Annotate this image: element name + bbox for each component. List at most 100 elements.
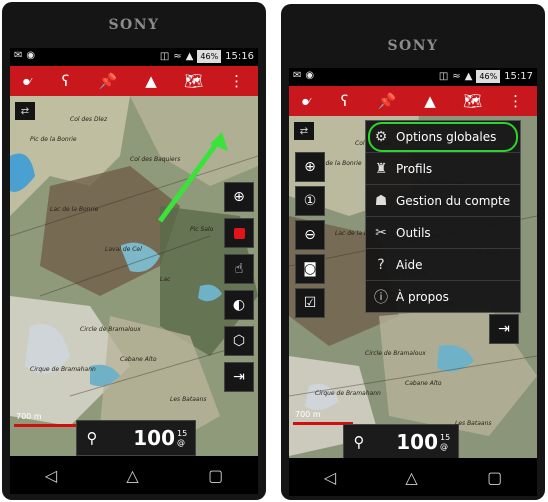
menu-item-gestion-compte[interactable]: ☗ Gestion du compte bbox=[366, 185, 520, 217]
menu-item-label: Profils bbox=[396, 161, 433, 176]
scale-label: 700 m bbox=[16, 412, 42, 421]
pin-icon[interactable]: 📌 bbox=[366, 86, 409, 116]
app-toolbar: ●⁄ ʕ 📌 ▲ 🗺 ⋮ bbox=[10, 66, 258, 96]
3d-cube-button[interactable]: ⬡ bbox=[224, 326, 254, 356]
menu-item-label: Gestion du compte bbox=[396, 193, 511, 208]
vibrate-icon: ◫ bbox=[438, 71, 449, 82]
layers-button[interactable]: ◐ bbox=[224, 290, 254, 320]
tools-icon: ✂ bbox=[375, 224, 387, 241]
signal-icon: ▲ bbox=[185, 51, 194, 62]
search-icon[interactable]: ⚲ bbox=[344, 433, 374, 451]
scale-label: 700 m bbox=[295, 410, 321, 419]
zoom-sup-bottom: @ bbox=[440, 442, 448, 451]
menu-item-profils[interactable]: ♜ Profils bbox=[366, 153, 520, 185]
app-logo-button[interactable]: ●⁄ bbox=[10, 66, 44, 96]
vibrate-icon: ◫ bbox=[159, 51, 170, 62]
status-time: 15:17 bbox=[504, 71, 533, 82]
map-place-label: Col des Baquiers bbox=[130, 156, 181, 163]
zoom-sup-bottom: @ bbox=[177, 438, 185, 447]
recents-icon[interactable]: ▢ bbox=[487, 468, 502, 487]
map-place-label: Lac de la Bonrie bbox=[50, 206, 99, 213]
route-icon[interactable]: ʕ bbox=[323, 86, 366, 116]
map-place-label: Circle de Bramaloux bbox=[80, 326, 141, 333]
map-view[interactable]: ⇄ ⊕ ☝ ◐ ⬡ ⇥ 700 m ⚲ 100 15 @ Pic de la Bo… bbox=[10, 96, 258, 456]
exit-button[interactable]: ⇥ bbox=[489, 314, 519, 344]
compass-toggle-button[interactable]: ⇄ bbox=[15, 102, 35, 120]
map-place-label: Cabane Alto bbox=[405, 380, 442, 387]
map-place-label: Cirque de Bramahann bbox=[315, 390, 381, 397]
status-bar: ✉ ◉ ◫ ≈ ▲ 46% 15:16 bbox=[10, 48, 258, 66]
map-place-label: Circle de Bramaloux bbox=[365, 350, 426, 357]
help-icon: ? bbox=[377, 256, 385, 273]
menu-item-label: Aide bbox=[396, 257, 423, 272]
map-place-label: Lac bbox=[160, 276, 171, 283]
map-icon[interactable]: 🗺 bbox=[451, 86, 494, 116]
back-icon[interactable]: ◁ bbox=[45, 466, 57, 485]
menu-item-outils[interactable]: ✂ Outils bbox=[366, 217, 520, 249]
zoom-sup-top: 15 bbox=[440, 433, 451, 442]
back-icon[interactable]: ◁ bbox=[324, 468, 336, 487]
left-screen: ✉ ◉ ◫ ≈ ▲ 46% 15:16 ●⁄ ʕ 📌 ▲ 🗺 ⋮ ⇄ ⊕ ☝ ◐… bbox=[10, 48, 258, 494]
road-icon[interactable]: ▲ bbox=[130, 66, 173, 96]
battery-indicator: 46% bbox=[197, 50, 222, 63]
home-icon[interactable]: △ bbox=[126, 466, 138, 485]
android-nav-bar: ◁ △ ▢ bbox=[289, 458, 537, 496]
zoom-panel[interactable]: ⚲ 100 15 @ bbox=[76, 420, 196, 456]
wifi-icon: ≈ bbox=[452, 71, 461, 82]
search-icon[interactable]: ⚲ bbox=[77, 429, 107, 447]
brand-logo: SONY bbox=[387, 38, 439, 54]
map-place-label: Col des Dlez bbox=[70, 116, 108, 123]
highlight-circle bbox=[368, 122, 518, 152]
right-screen: ✉ ◉ ◫ ≈ ▲ 46% 15:17 ●⁄ ʕ 📌 ▲ 🗺 ⋮ ⇄ ⊕ ① ⊖… bbox=[289, 68, 537, 496]
road-icon[interactable]: ▲ bbox=[409, 86, 452, 116]
android-nav-bar: ◁ △ ▢ bbox=[10, 456, 258, 494]
clipboard-button[interactable]: ☑ bbox=[295, 288, 325, 318]
notification-icon: ◉ bbox=[305, 70, 315, 81]
recents-icon[interactable]: ▢ bbox=[208, 466, 223, 485]
overflow-menu-icon[interactable]: ⋮ bbox=[215, 66, 258, 96]
record-button[interactable] bbox=[224, 218, 254, 248]
map-icon[interactable]: 🗺 bbox=[172, 66, 215, 96]
status-bar: ✉ ◉ ◫ ≈ ▲ 46% 15:17 bbox=[289, 68, 537, 86]
scale-bar bbox=[14, 424, 84, 427]
zoom-value: 100 bbox=[396, 430, 438, 454]
zoom-panel[interactable]: ⚲ 100 15 @ bbox=[343, 424, 459, 458]
account-icon: ☗ bbox=[374, 192, 388, 209]
status-time: 15:16 bbox=[225, 51, 254, 62]
right-phone: SONY ✉ ◉ ◫ ≈ ▲ 46% 15:17 ●⁄ ʕ 📌 ▲ 🗺 ⋮ ⇄ … bbox=[281, 4, 545, 500]
route-icon[interactable]: ʕ bbox=[44, 66, 87, 96]
profile-icon: ♜ bbox=[374, 160, 388, 177]
wifi-icon: ≈ bbox=[173, 51, 182, 62]
map-place-label: Les Bataans bbox=[455, 420, 492, 427]
overflow-menu-icon[interactable]: ⋮ bbox=[494, 86, 537, 116]
notification-icon: ◉ bbox=[26, 50, 36, 61]
map-place-label: Cirque de Bramahann bbox=[30, 366, 96, 373]
brand-logo: SONY bbox=[108, 17, 160, 33]
battery-indicator: 46% bbox=[476, 70, 501, 83]
app-toolbar: ●⁄ ʕ 📌 ▲ 🗺 ⋮ bbox=[289, 86, 537, 116]
app-logo-button[interactable]: ●⁄ bbox=[289, 86, 323, 116]
info-icon: ⓘ bbox=[374, 289, 388, 306]
menu-item-a-propos[interactable]: ⓘ À propos bbox=[366, 281, 520, 312]
zoom-value: 100 bbox=[133, 426, 175, 450]
map-place-label: Les Bataans bbox=[170, 396, 207, 403]
gps-target-button[interactable]: ⊕ bbox=[224, 182, 254, 212]
zoom-out-button[interactable]: ⊖ bbox=[295, 220, 325, 250]
exit-button[interactable]: ⇥ bbox=[224, 362, 254, 392]
menu-item-label: Outils bbox=[396, 225, 431, 240]
mail-icon: ✉ bbox=[293, 70, 302, 81]
map-place-label: Pic de la Bonrie bbox=[315, 160, 362, 167]
compass-toggle-button[interactable]: ⇄ bbox=[294, 122, 314, 140]
map-place-label: Pic Salo bbox=[190, 226, 214, 233]
menu-item-label: À propos bbox=[396, 289, 449, 304]
pin-icon[interactable]: 📌 bbox=[87, 66, 130, 96]
mail-icon: ✉ bbox=[14, 50, 23, 61]
zoom-in-button[interactable]: ⊕ bbox=[295, 152, 325, 182]
touch-button[interactable]: ☝ bbox=[224, 254, 254, 284]
signal-icon: ▲ bbox=[464, 71, 473, 82]
menu-item-aide[interactable]: ? Aide bbox=[366, 249, 520, 281]
home-icon[interactable]: △ bbox=[405, 468, 417, 487]
zoom-1to1-button[interactable]: ① bbox=[295, 186, 325, 216]
camera-button[interactable]: ◙ bbox=[295, 254, 325, 284]
zoom-sup-top: 15 bbox=[177, 429, 188, 438]
